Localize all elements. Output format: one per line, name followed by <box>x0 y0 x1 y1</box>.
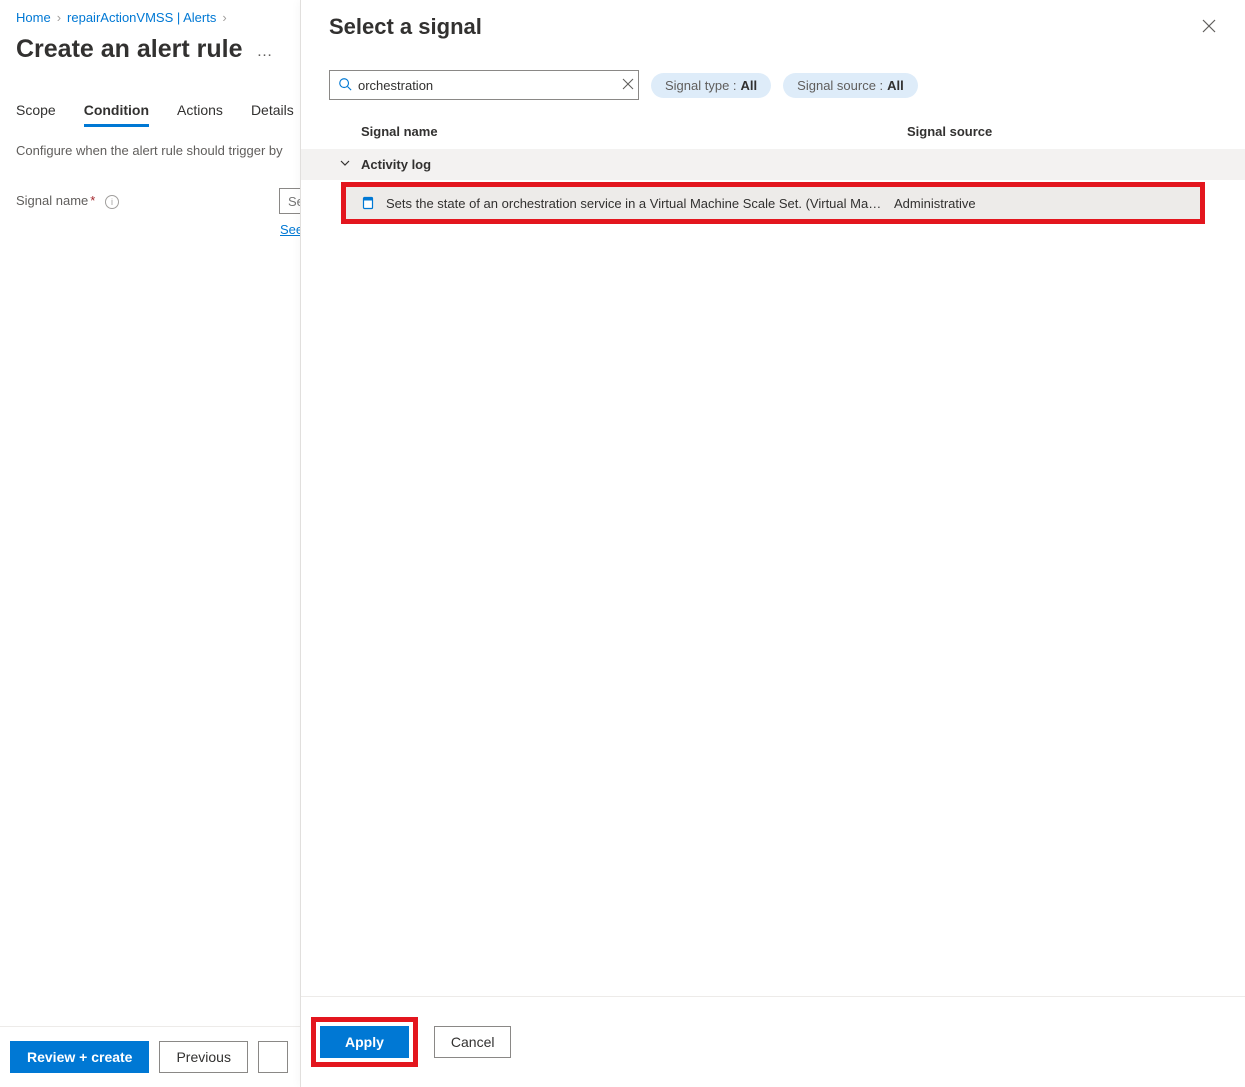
results-header: Signal name Signal source <box>301 100 1245 149</box>
close-icon[interactable] <box>1201 18 1217 37</box>
signal-result-row[interactable]: Sets the state of an orchestration servi… <box>346 187 1200 219</box>
tab-actions[interactable]: Actions <box>177 102 223 127</box>
group-label: Activity log <box>361 157 431 172</box>
page-title: Create an alert rule <box>16 35 243 64</box>
filter-signal-source[interactable]: Signal source : All <box>783 73 918 98</box>
more-actions-button[interactable]: … <box>257 43 274 61</box>
cancel-button[interactable]: Cancel <box>434 1026 512 1058</box>
group-activity-log[interactable]: Activity log <box>301 149 1245 180</box>
signal-result-source: Administrative <box>894 196 976 211</box>
previous-button[interactable]: Previous <box>159 1041 247 1073</box>
select-signal-panel: Select a signal Signal type : All Signal… <box>300 0 1245 1087</box>
signal-result-name: Sets the state of an orchestration servi… <box>386 196 884 211</box>
panel-title: Select a signal <box>329 14 482 40</box>
filter-signal-type[interactable]: Signal type : All <box>651 73 771 98</box>
chevron-right-icon: › <box>57 10 61 25</box>
next-button-truncated[interactable] <box>258 1041 288 1073</box>
annotation-highlight-result: Sets the state of an orchestration servi… <box>341 182 1205 224</box>
clear-search-icon[interactable] <box>622 78 634 93</box>
search-icon <box>338 77 352 94</box>
chevron-right-icon: › <box>222 10 226 25</box>
crumb-home[interactable]: Home <box>16 10 51 25</box>
activity-log-icon <box>360 195 376 211</box>
tab-details[interactable]: Details <box>251 102 294 127</box>
crumb-resource-alerts[interactable]: repairActionVMSS | Alerts <box>67 10 216 25</box>
signal-name-label: Signal name* i <box>16 193 119 209</box>
tab-condition[interactable]: Condition <box>84 102 149 127</box>
search-field[interactable] <box>329 70 639 100</box>
search-input[interactable] <box>352 78 622 93</box>
col-signal-source: Signal source <box>907 124 1205 139</box>
info-icon[interactable]: i <box>105 195 119 209</box>
chevron-down-icon <box>339 157 351 172</box>
review-create-button[interactable]: Review + create <box>10 1041 149 1073</box>
col-signal-name: Signal name <box>361 124 907 139</box>
apply-button[interactable]: Apply <box>320 1026 409 1058</box>
panel-footer: Apply Cancel <box>301 996 1245 1087</box>
annotation-highlight-apply: Apply <box>311 1017 418 1067</box>
tab-scope[interactable]: Scope <box>16 102 56 127</box>
